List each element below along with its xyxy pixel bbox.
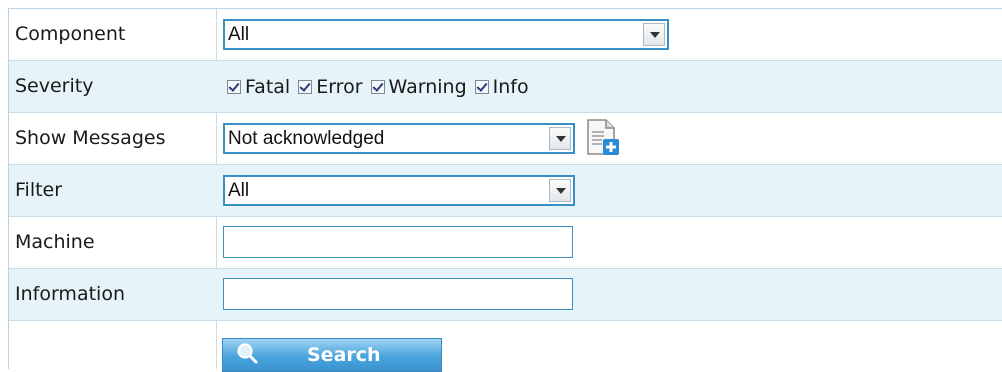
checkbox-warning-label: Warning [388,75,467,98]
machine-label: Machine [15,231,95,253]
chevron-down-icon[interactable] [549,127,571,150]
checkbox-info[interactable]: Info [474,75,529,98]
chevron-down-icon[interactable] [549,179,571,202]
machine-input[interactable] [223,226,573,258]
component-value: All [228,24,250,45]
severity-checkboxes: Fatal Error Warning Info [227,61,537,112]
row-show-messages: Show Messages Not acknowledged [9,113,1002,165]
row-component: Component All [9,9,1002,61]
component-label: Component [15,23,126,45]
severity-label: Severity [15,75,94,97]
magnifier-icon [237,343,258,364]
search-button[interactable]: Search [222,338,442,372]
search-form: Component All Severity Fatal Error Warni… [8,8,1002,369]
row-information: Information [9,269,1002,321]
checkbox-checked-icon[interactable] [474,79,489,94]
row-actions [9,321,1002,370]
new-document-icon[interactable] [582,118,622,158]
row-severity: Severity Fatal Error Warning Info [9,61,1002,113]
checkbox-info-label: Info [492,75,529,98]
information-input[interactable] [223,278,573,310]
checkbox-error[interactable]: Error [298,75,363,98]
show-messages-select[interactable]: Not acknowledged [223,123,575,154]
row-filter: Filter All [9,165,1002,217]
checkbox-fatal[interactable]: Fatal [227,76,290,98]
information-label: Information [15,283,125,305]
filter-value: All [228,180,250,201]
show-messages-label: Show Messages [15,127,166,149]
checkbox-checked-icon[interactable] [227,79,241,94]
show-messages-value: Not acknowledged [228,128,385,149]
chevron-down-icon[interactable] [643,23,665,46]
checkbox-checked-icon[interactable] [370,79,385,94]
checkbox-error-label: Error [316,75,363,98]
filter-select[interactable]: All [223,175,575,206]
checkbox-checked-icon[interactable] [298,79,313,94]
row-machine: Machine [9,217,1002,269]
component-select[interactable]: All [223,19,669,50]
checkbox-fatal-label: Fatal [245,75,291,98]
checkbox-warning[interactable]: Warning [370,75,467,98]
search-button-label: Search [307,344,381,366]
filter-label: Filter [15,179,63,201]
